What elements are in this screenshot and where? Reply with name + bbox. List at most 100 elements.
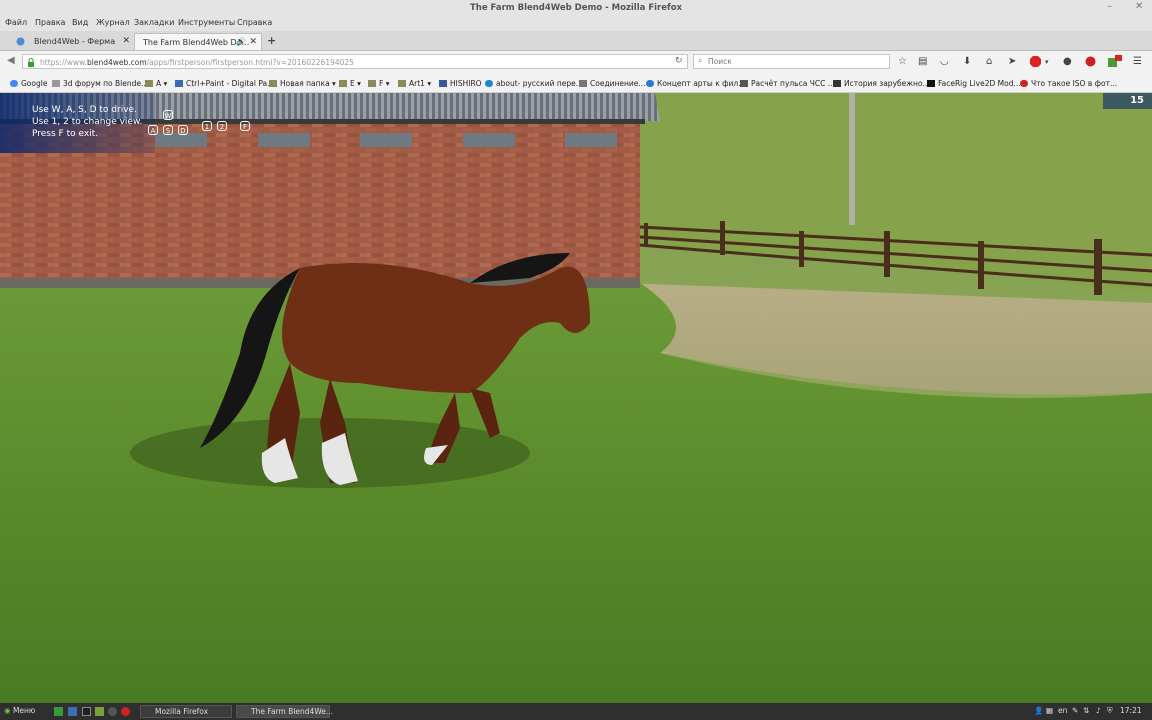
bookmark-facerig[interactable]: FaceRig Live2D Mod... — [927, 79, 1021, 88]
hud-line-exit: Press F to exit. — [32, 129, 99, 139]
taskbar: ◉ Меню Mozilla Firefox The Farm Blend4We… — [0, 703, 1152, 720]
firefox-launcher-icon[interactable] — [68, 707, 77, 716]
key-1: 1 — [202, 121, 212, 131]
new-tab-button[interactable]: + — [267, 34, 276, 47]
pocket-icon[interactable]: ◡ — [940, 56, 949, 67]
hamburger-menu-icon[interactable]: ☰ — [1133, 56, 1142, 67]
bookmark-folder-a[interactable]: A ▾ — [145, 79, 167, 88]
webgl-viewport[interactable] — [0, 93, 1152, 703]
menu-tools[interactable]: Инструменты — [178, 18, 235, 27]
bookmark-pulse[interactable]: Расчёт пульса ЧСС ... — [740, 79, 835, 88]
google-icon — [10, 80, 18, 87]
menu-bookmarks[interactable]: Закладки — [134, 18, 174, 27]
extension-badge-icon[interactable] — [1108, 55, 1122, 67]
bookmark-ctrl-paint[interactable]: Ctrl+Paint - Digital Pa... — [175, 79, 274, 88]
menu-edit[interactable]: Правка — [35, 18, 65, 27]
bookmarks-bar: Google 3d форум по Blende... A ▾ Ctrl+Pa… — [0, 73, 1152, 93]
minimize-button[interactable]: – — [1107, 1, 1112, 12]
menu-help[interactable]: Справка — [237, 18, 272, 27]
page-icon — [740, 80, 748, 87]
bookmark-history[interactable]: История зарубежно... — [833, 79, 930, 88]
taskbar-window-firefox[interactable]: Mozilla Firefox — [140, 705, 232, 718]
bookmark-concept-art[interactable]: Концепт арты к фил... — [646, 79, 745, 88]
page-icon — [579, 80, 587, 87]
adblock-dropdown-icon[interactable]: ▾ — [1045, 58, 1049, 66]
menu-file[interactable]: Файл — [5, 18, 27, 27]
bookmark-folder-new[interactable]: Новая папка ▾ — [269, 79, 336, 88]
back-button[interactable]: ◀ — [7, 55, 15, 66]
volume-icon[interactable]: ♪ — [1096, 706, 1101, 715]
lock-icon — [28, 58, 34, 67]
key-d: D — [178, 125, 188, 135]
bookmark-folder-e[interactable]: E ▾ — [339, 79, 361, 88]
user-icon[interactable]: 👤 — [1034, 706, 1043, 715]
bookmark-hishiro[interactable]: HISHIRO — [439, 79, 482, 88]
close-tab-icon[interactable]: ✕ — [249, 37, 257, 47]
mint-logo-icon: ◉ — [4, 706, 11, 715]
key-f: F — [240, 121, 250, 131]
controls-hud: Use W, A, S, D to drive. Use 1, 2 to cha… — [0, 93, 250, 153]
shield-icon[interactable]: ⛨ — [1107, 706, 1113, 716]
bookmark-google[interactable]: Google — [10, 79, 47, 88]
send-icon[interactable]: ➤ — [1008, 56, 1016, 67]
clock[interactable]: 17:21 — [1120, 706, 1142, 715]
bookmark-folder-f[interactable]: F ▾ — [368, 79, 389, 88]
bookmark-connection[interactable]: Соединение... — [579, 79, 646, 88]
reload-icon[interactable]: ↻ — [675, 56, 683, 66]
network-icon[interactable]: ⇅ — [1083, 706, 1089, 715]
search-input[interactable] — [708, 56, 878, 67]
globe-icon — [16, 37, 25, 46]
updates-icon[interactable]: ▦ — [1046, 706, 1053, 715]
folder-icon — [398, 80, 406, 87]
bookmark-folder-art1[interactable]: Art1 ▾ — [398, 79, 431, 88]
adblock-icon[interactable] — [1030, 56, 1041, 67]
page-icon — [485, 80, 493, 87]
home-icon[interactable]: ⌂ — [986, 56, 992, 67]
close-tab-icon[interactable]: ✕ — [122, 36, 130, 46]
reading-list-icon[interactable]: ▤ — [918, 56, 927, 67]
files-launcher-icon[interactable] — [95, 707, 104, 716]
chat-icon[interactable]: ● — [1063, 56, 1072, 67]
start-menu-button[interactable]: ◉ Меню — [4, 706, 35, 715]
close-window-button[interactable]: ✕ — [1135, 1, 1143, 12]
page-icon — [1020, 80, 1028, 87]
page-icon — [646, 80, 654, 87]
bookmark-3d-forum[interactable]: 3d форум по Blende... — [52, 79, 148, 88]
tab-the-farm[interactable]: The Farm Blend4Web De... 🔊 ✕ — [134, 33, 262, 50]
bookmark-iso[interactable]: Что такое ISO в фот... — [1020, 79, 1117, 88]
taskbar-window-farm[interactable]: The Farm Blend4We... — [236, 705, 333, 718]
tab-bar: Blend4Web - Ферма ✕ The Farm Blend4Web D… — [0, 31, 1152, 51]
key-w: W — [163, 110, 173, 120]
key-2: 2 — [217, 121, 227, 131]
search-bar[interactable]: ⌕ — [693, 54, 890, 69]
hud-line-view: Use 1, 2 to change view. — [32, 117, 143, 127]
window-title: The Farm Blend4Web Demo - Mozilla Firefo… — [469, 3, 683, 13]
opera-launcher-icon[interactable] — [121, 707, 130, 716]
speaker-icon[interactable]: 🔊 — [236, 37, 246, 46]
settings-launcher-icon[interactable] — [108, 707, 117, 716]
pen-icon[interactable]: ✎ — [1072, 706, 1078, 715]
key-s: S — [163, 125, 173, 135]
fps-counter: 15 — [1103, 93, 1152, 109]
show-desktop-icon[interactable] — [54, 707, 63, 716]
pinterest-icon[interactable] — [1085, 56, 1096, 67]
tab-label: The Farm Blend4Web De... — [143, 38, 250, 47]
bookmark-about[interactable]: about- русский пере... — [485, 79, 583, 88]
tab-label: Blend4Web - Ферма — [34, 37, 116, 46]
language-indicator[interactable]: en — [1058, 706, 1067, 715]
folder-icon — [269, 80, 277, 87]
page-icon — [439, 80, 447, 87]
window-titlebar: The Farm Blend4Web Demo - Mozilla Firefo… — [0, 0, 1152, 16]
key-a: A — [148, 125, 158, 135]
tab-blend4web-farm[interactable]: Blend4Web - Ферма ✕ — [6, 33, 134, 50]
farm-scene — [0, 93, 1152, 703]
menu-history[interactable]: Журнал — [96, 18, 130, 27]
downloads-icon[interactable]: ⬇ — [963, 56, 971, 67]
terminal-launcher-icon[interactable] — [82, 707, 91, 716]
url-bar[interactable]: https://www.blend4web.com/apps/firstpers… — [22, 54, 688, 69]
url-text: https://www.blend4web.com/apps/firstpers… — [40, 58, 354, 67]
page-icon — [175, 80, 183, 87]
folder-icon — [339, 80, 347, 87]
bookmark-star-icon[interactable]: ☆ — [898, 56, 907, 67]
menu-view[interactable]: Вид — [72, 18, 88, 27]
